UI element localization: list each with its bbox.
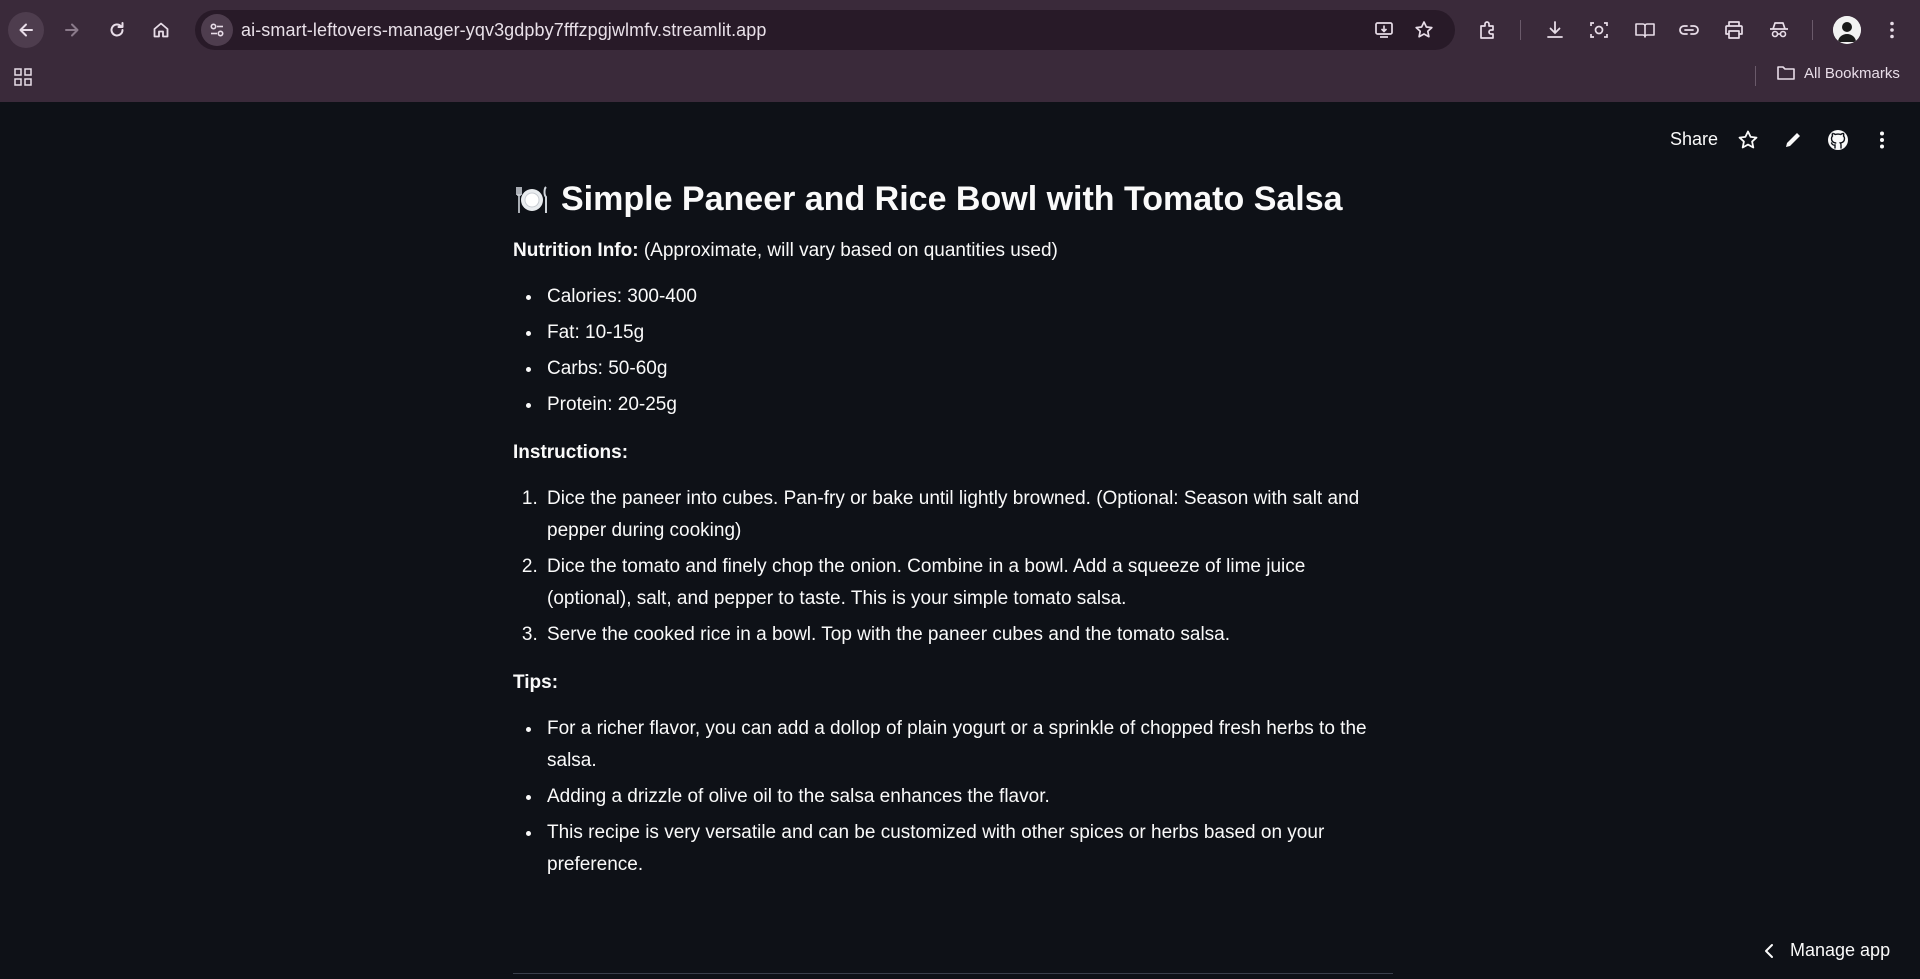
list-item: Protein: 20-25g bbox=[543, 389, 1393, 421]
link-icon[interactable] bbox=[1677, 18, 1701, 42]
instructions-list: Dice the paneer into cubes. Pan-fry or b… bbox=[513, 483, 1393, 651]
site-info-button[interactable] bbox=[201, 14, 233, 46]
bookmarks-bar bbox=[0, 60, 1920, 102]
screenshot-icon[interactable] bbox=[1587, 18, 1611, 42]
reload-icon bbox=[110, 22, 124, 37]
list-item: Calories: 300-400 bbox=[543, 281, 1393, 313]
manage-app-label: Manage app bbox=[1790, 940, 1891, 960]
instructions-label: Instructions: bbox=[513, 442, 629, 463]
nutrition-heading: Nutrition Info: (Approximate, will vary … bbox=[513, 235, 1393, 267]
tips-heading: Tips: bbox=[513, 667, 1393, 699]
url-text[interactable]: ai-smart-leftovers-manager-yqv3gdpby7fff… bbox=[241, 20, 767, 41]
recipe-content: Simple Paneer and Rice Bowl with Tomato … bbox=[513, 178, 1393, 885]
list-item: Fat: 10-15g bbox=[543, 317, 1393, 349]
forward-button[interactable] bbox=[54, 12, 90, 48]
download-icon[interactable] bbox=[1543, 18, 1567, 42]
install-app-icon[interactable] bbox=[1373, 19, 1395, 41]
apps-grid-icon[interactable] bbox=[13, 67, 33, 87]
incognito-icon[interactable] bbox=[1767, 18, 1791, 42]
tips-list: For a richer flavor, you can add a dollo… bbox=[513, 713, 1393, 881]
list-item: This recipe is very versatile and can be… bbox=[543, 817, 1393, 881]
arrow-right-icon bbox=[65, 23, 79, 37]
list-item: Dice the tomato and finely chop the onio… bbox=[543, 551, 1393, 615]
instructions-heading: Instructions: bbox=[513, 437, 1393, 469]
list-item: Dice the paneer into cubes. Pan-fry or b… bbox=[543, 483, 1393, 547]
edit-pencil-icon[interactable] bbox=[1781, 128, 1805, 152]
nutrition-note: (Approximate, will vary based on quantit… bbox=[638, 240, 1058, 261]
address-bar[interactable]: ai-smart-leftovers-manager-yqv3gdpby7fff… bbox=[195, 10, 1455, 50]
folder-icon bbox=[1777, 66, 1795, 80]
app-menu-icon[interactable] bbox=[1870, 128, 1894, 152]
favorite-star-icon[interactable] bbox=[1736, 128, 1760, 152]
tune-icon bbox=[210, 23, 224, 37]
share-button[interactable]: Share bbox=[1670, 129, 1718, 150]
toolbar-divider bbox=[1812, 20, 1813, 40]
tips-label: Tips: bbox=[513, 672, 559, 693]
home-icon bbox=[153, 22, 169, 38]
toolbar-divider bbox=[1520, 20, 1521, 40]
chevron-left-icon bbox=[1765, 943, 1773, 958]
back-button[interactable] bbox=[8, 12, 44, 48]
bookmark-star-icon[interactable] bbox=[1413, 19, 1435, 41]
divider bbox=[513, 973, 1393, 974]
bookmarks-divider bbox=[1755, 66, 1756, 86]
manage-app-button[interactable]: Manage app bbox=[1762, 940, 1890, 961]
plate-with-cutlery-icon bbox=[516, 186, 547, 213]
home-button[interactable] bbox=[143, 12, 179, 48]
list-item: Adding a drizzle of olive oil to the sal… bbox=[543, 781, 1393, 813]
reload-button[interactable] bbox=[99, 12, 135, 48]
recipe-title-text: Simple Paneer and Rice Bowl with Tomato … bbox=[561, 180, 1343, 218]
list-item: Carbs: 50-60g bbox=[543, 353, 1393, 385]
list-item: Serve the cooked rice in a bowl. Top wit… bbox=[543, 619, 1393, 651]
arrow-left-icon bbox=[19, 23, 33, 37]
all-bookmarks-label: All Bookmarks bbox=[1804, 64, 1900, 82]
all-bookmarks-button[interactable]: All Bookmarks bbox=[1776, 64, 1900, 82]
nutrition-label: Nutrition Info: bbox=[513, 240, 639, 261]
reading-mode-icon[interactable] bbox=[1633, 18, 1657, 42]
github-icon[interactable] bbox=[1826, 128, 1850, 152]
avatar-icon bbox=[1833, 16, 1861, 44]
nutrition-list: Calories: 300-400 Fat: 10-15g Carbs: 50-… bbox=[513, 281, 1393, 421]
print-icon[interactable] bbox=[1722, 18, 1746, 42]
recipe-title: Simple Paneer and Rice Bowl with Tomato … bbox=[513, 178, 1393, 220]
list-item: For a richer flavor, you can add a dollo… bbox=[543, 713, 1393, 777]
browser-menu-icon[interactable] bbox=[1880, 18, 1904, 42]
extensions-icon[interactable] bbox=[1476, 18, 1500, 42]
profile-avatar[interactable] bbox=[1833, 16, 1861, 44]
